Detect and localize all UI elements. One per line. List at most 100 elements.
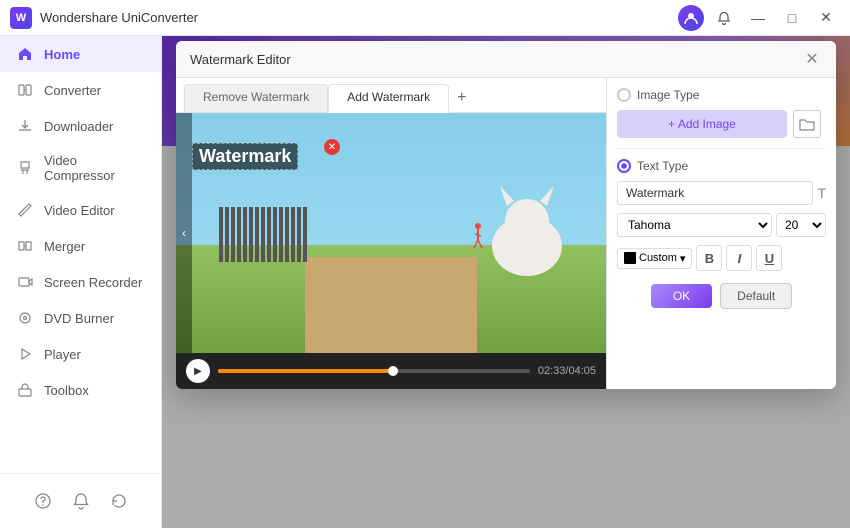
cat-figure: [482, 176, 572, 276]
compressor-label: Video Compressor: [44, 153, 145, 183]
scene-path: [305, 257, 477, 353]
action-buttons-row: OK Default: [617, 283, 826, 309]
ok-button[interactable]: OK: [651, 284, 712, 308]
dvd-icon: [16, 309, 34, 327]
converter-label: Converter: [44, 83, 101, 98]
text-format-icon: T: [817, 185, 826, 201]
notification-icon[interactable]: [70, 490, 92, 512]
fence-post-3: [231, 207, 235, 262]
fence-post-9: [267, 207, 271, 262]
refresh-icon[interactable]: [108, 490, 130, 512]
underline-button[interactable]: U: [756, 245, 782, 271]
tab-remove-watermark[interactable]: Remove Watermark: [184, 84, 328, 112]
converter-icon: [16, 81, 34, 99]
recorder-icon: [16, 273, 34, 291]
player-label: Player: [44, 347, 81, 362]
divider: [617, 148, 826, 149]
bell-icon-titlebar[interactable]: [710, 4, 738, 32]
color-picker-button[interactable]: Custom ▾: [617, 248, 692, 269]
default-button[interactable]: Default: [720, 283, 792, 309]
sidebar-item-dvd-burner[interactable]: DVD Burner: [0, 300, 161, 336]
app-title: Wondershare UniConverter: [40, 10, 198, 25]
progress-fill: [218, 369, 393, 373]
title-bar-user-icons: — □ ✕: [678, 4, 840, 32]
title-bar: W Wondershare UniConverter — □ ✕: [0, 0, 850, 36]
fence-post-11: [279, 207, 283, 262]
color-label: Custom: [639, 252, 677, 264]
dialog-close-button[interactable]: ✕: [802, 49, 822, 69]
video-controls: ▶ 02:33/04:05: [176, 353, 606, 389]
sidebar: Home Converter Downloader Video Compress…: [0, 36, 162, 528]
player-icon: [16, 345, 34, 363]
sidebar-item-video-compressor[interactable]: Video Compressor: [0, 144, 161, 192]
fence-post-2: [225, 207, 229, 262]
close-button[interactable]: ✕: [812, 4, 840, 32]
watermark-text-input[interactable]: [617, 181, 813, 205]
video-side: Remove Watermark Add Watermark +: [176, 78, 606, 389]
compressor-icon: [16, 159, 34, 177]
dialog-overlay: Watermark Editor ✕ Remove Watermark Add …: [162, 36, 850, 528]
fence-post-10: [273, 207, 277, 262]
downloader-icon: [16, 117, 34, 135]
time-total: 04:05: [568, 365, 596, 377]
sidebar-item-merger[interactable]: Merger: [0, 228, 161, 264]
bold-button[interactable]: B: [696, 245, 722, 271]
merger-label: Merger: [44, 239, 85, 254]
downloader-label: Downloader: [44, 119, 113, 134]
minimize-button[interactable]: —: [744, 4, 772, 32]
image-type-radio[interactable]: [617, 88, 631, 102]
text-type-option: Text Type: [617, 159, 826, 173]
color-swatch: [624, 252, 636, 264]
progress-handle[interactable]: [388, 366, 398, 376]
merger-icon: [16, 237, 34, 255]
sidebar-item-converter[interactable]: Converter: [0, 72, 161, 108]
add-tab-button[interactable]: +: [449, 84, 474, 112]
font-row: Tahoma 20: [617, 213, 826, 237]
left-arrow-button[interactable]: ‹: [176, 113, 192, 353]
time-current: 02:33: [538, 365, 566, 377]
editor-label: Video Editor: [44, 203, 115, 218]
sidebar-item-player[interactable]: Player: [0, 336, 161, 372]
runner-figure: [471, 222, 486, 252]
dialog-title: Watermark Editor: [190, 52, 291, 67]
sidebar-item-screen-recorder[interactable]: Screen Recorder: [0, 264, 161, 300]
add-image-row: + Add Image: [617, 110, 826, 138]
sidebar-item-toolbox[interactable]: Toolbox: [0, 372, 161, 408]
editor-icon: [16, 201, 34, 219]
watermark-overlay-text[interactable]: Watermark: [192, 143, 298, 170]
tab-add-watermark[interactable]: Add Watermark: [328, 84, 449, 113]
folder-browse-button[interactable]: [793, 110, 821, 138]
fence-post-7: [255, 207, 259, 262]
time-display: 02:33/04:05: [538, 365, 596, 377]
play-button[interactable]: ▶: [186, 359, 210, 383]
font-family-select[interactable]: Tahoma: [617, 213, 772, 237]
content-area: 🎵 ☆ Wondershare UniConverter 13 Watermar…: [162, 36, 850, 528]
help-icon[interactable]: [32, 490, 54, 512]
dvd-label: DVD Burner: [44, 311, 114, 326]
image-type-option: Image Type: [617, 88, 826, 102]
watermark-remove-button[interactable]: ✕: [324, 139, 340, 155]
toolbox-icon: [16, 381, 34, 399]
home-icon: [16, 45, 34, 63]
font-size-select[interactable]: 20: [776, 213, 826, 237]
sidebar-item-downloader[interactable]: Downloader: [0, 108, 161, 144]
text-type-radio[interactable]: [617, 159, 631, 173]
add-image-button[interactable]: + Add Image: [617, 110, 787, 138]
toolbox-label: Toolbox: [44, 383, 89, 398]
text-type-label: Text Type: [637, 159, 688, 173]
dialog-body: Remove Watermark Add Watermark +: [176, 78, 836, 389]
sidebar-item-home[interactable]: Home: [0, 36, 161, 72]
fence-post-12: [285, 207, 289, 262]
user-avatar[interactable]: [678, 5, 704, 31]
progress-bar[interactable]: [218, 369, 530, 373]
watermark-editor-dialog: Watermark Editor ✕ Remove Watermark Add …: [176, 41, 836, 389]
sidebar-item-video-editor[interactable]: Video Editor: [0, 192, 161, 228]
fence-post-4: [237, 207, 241, 262]
maximize-button[interactable]: □: [778, 4, 806, 32]
app-logo: W: [10, 7, 32, 29]
italic-button[interactable]: I: [726, 245, 752, 271]
settings-side: Image Type + Add Image: [606, 78, 836, 389]
style-row: Custom ▾ B I U: [617, 245, 826, 271]
main-layout: Home Converter Downloader Video Compress…: [0, 36, 850, 528]
fence-post-14: [297, 207, 301, 262]
